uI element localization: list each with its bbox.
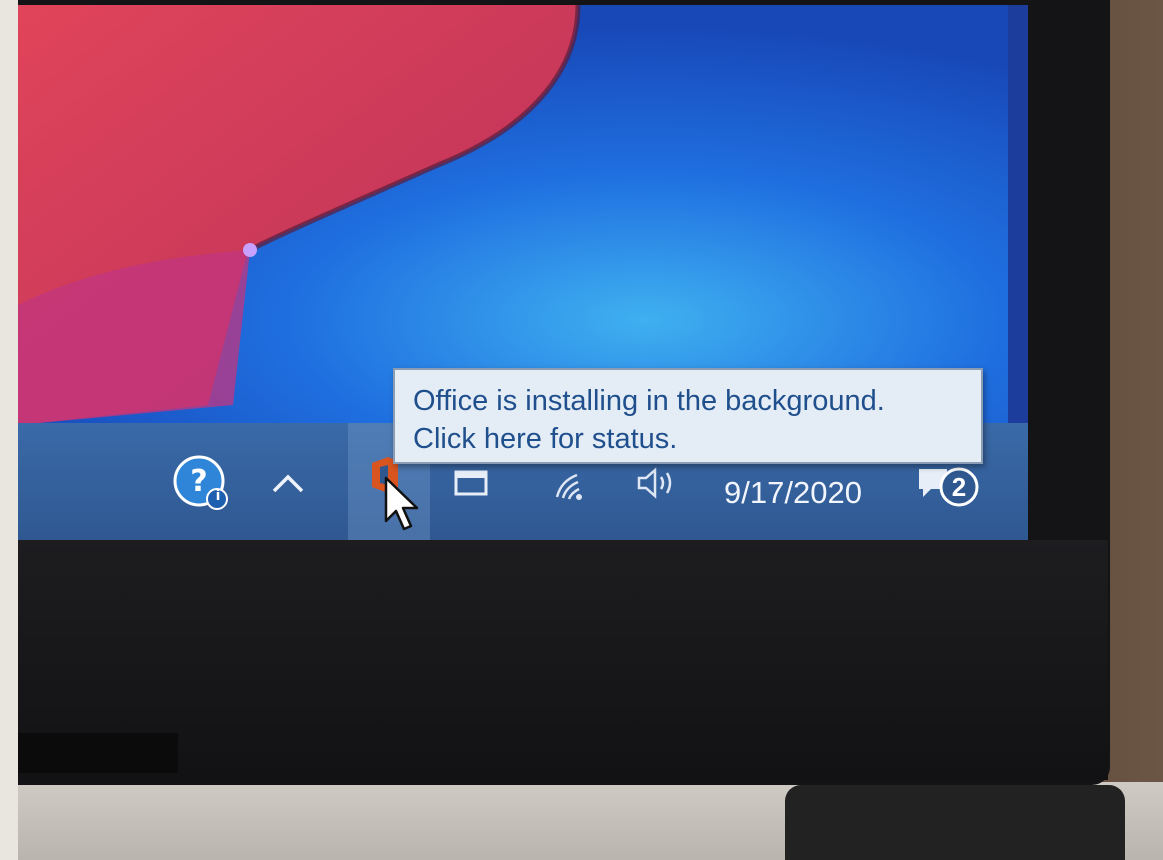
tooltip-line-1: Office is installing in the background. [413,385,885,417]
notification-count-badge: 2 [951,472,967,502]
taskbar-date[interactable]: 9/17/2020 [708,473,878,513]
chevron-up-icon[interactable] [268,465,308,501]
help-question-icon[interactable]: ? i [173,455,229,511]
volume-icon[interactable] [635,465,681,501]
svg-text:?: ? [190,464,207,499]
bezel-notch [18,733,178,773]
office-install-tooltip[interactable]: Office is installing in the background. … [393,368,983,464]
help-badge: i [215,488,221,504]
window-icon[interactable] [453,469,489,497]
tooltip-line-2: Click here for status. [413,423,678,455]
wifi-icon[interactable] [551,467,591,503]
mouse-pointer-icon [384,476,419,531]
laptop-screen: ? i 9/17/2020 2 Office is installing in … [18,5,1028,540]
laptop-hinge [785,785,1125,860]
notification-center-icon[interactable]: 2 [913,463,985,511]
screen-bezel-lower [18,540,1108,780]
desktop-wallpaper [18,5,1028,425]
photo-margin [0,0,20,860]
